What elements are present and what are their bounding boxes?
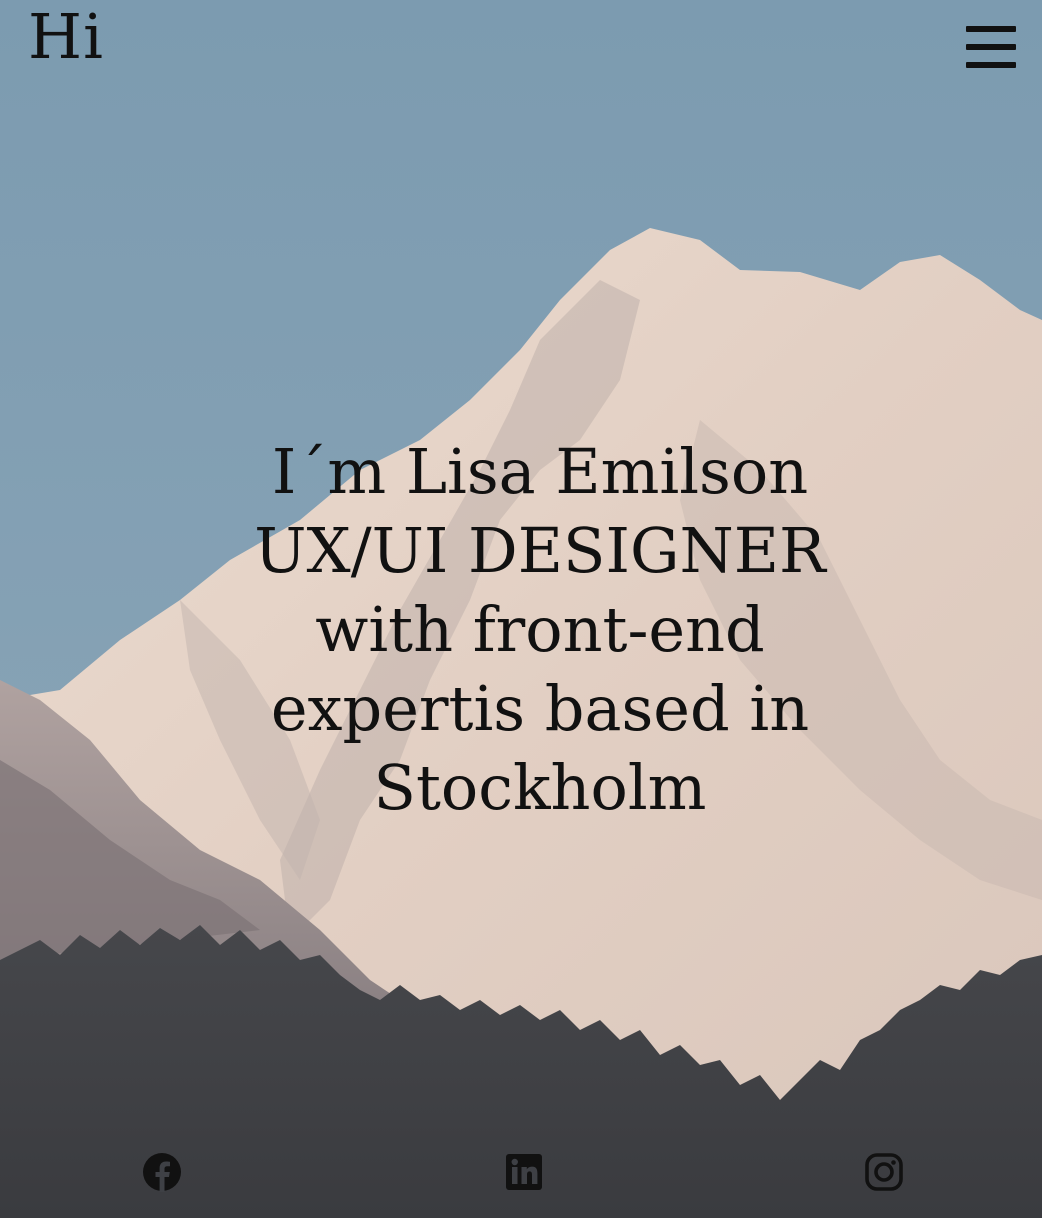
headline-line-city: Stockholm bbox=[373, 751, 707, 824]
menu-bar-top bbox=[966, 26, 1016, 32]
headline-line-based: expertis based in bbox=[270, 672, 810, 745]
linkedin-icon[interactable] bbox=[504, 1152, 544, 1192]
instagram-icon[interactable] bbox=[864, 1152, 904, 1192]
menu-bar-bottom bbox=[966, 62, 1016, 68]
headline-line-role: UX/UI DESIGNER bbox=[254, 514, 826, 587]
hero-section: Hi I´m Lisa Emilson UX/UI DESIGNER with … bbox=[0, 0, 1042, 1218]
headline-line-name: I´m Lisa Emilson bbox=[271, 435, 809, 508]
headline-line-expertise: with front-end bbox=[315, 593, 765, 666]
site-logo[interactable]: Hi bbox=[28, 6, 104, 68]
facebook-icon[interactable] bbox=[142, 1152, 182, 1192]
hero-headline: I´m Lisa Emilson UX/UI DESIGNER with fro… bbox=[180, 432, 900, 827]
hamburger-menu-icon[interactable] bbox=[966, 26, 1016, 68]
menu-bar-middle bbox=[966, 44, 1016, 50]
